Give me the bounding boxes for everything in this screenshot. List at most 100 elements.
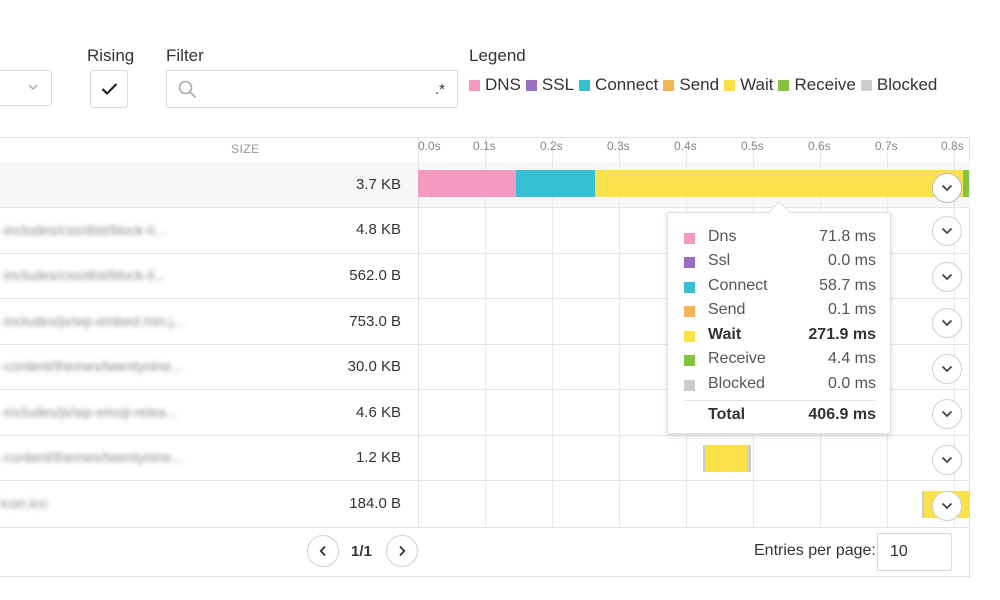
- legend-swatch: [663, 79, 675, 91]
- request-size: 3.7 KB: [355, 176, 401, 193]
- tooltip-row-send: Send 0.1 ms: [684, 301, 876, 321]
- next-page-button[interactable]: [386, 535, 418, 567]
- tooltip-value: 71.8 ms: [819, 228, 876, 245]
- legend-label: Blocked: [876, 75, 938, 94]
- sort-select[interactable]: [0, 70, 52, 106]
- request-size: 4.8 KB: [355, 221, 401, 238]
- legend-swatch: [724, 79, 736, 91]
- expand-row-button[interactable]: [932, 354, 962, 384]
- chevron-down-icon: [941, 410, 953, 418]
- tooltip-label: Send: [708, 301, 746, 318]
- legend-swatch: [525, 79, 537, 91]
- checkmark-icon: [101, 83, 118, 96]
- tooltip-total-label: Total: [708, 406, 746, 423]
- entries-per-page-label: Entries per page:: [754, 542, 876, 559]
- size-column-header: SIZE: [231, 142, 260, 156]
- tooltip-value: 4.4 ms: [827, 350, 876, 367]
- legend-label: Send: [679, 75, 720, 94]
- tooltip-swatch: [684, 306, 695, 317]
- request-url: -includes/css/dist/block-li...: [0, 267, 166, 283]
- tooltip-row-connect: Connect 58.7 ms: [684, 277, 876, 297]
- expand-row-button[interactable]: [932, 173, 962, 203]
- tooltip-row-total: Total 406.9 ms: [684, 406, 876, 426]
- chevron-left-icon: [319, 545, 326, 557]
- tooltip-swatch: [684, 282, 695, 293]
- legend-swatch: [860, 79, 872, 91]
- tooltip-swatch: [684, 355, 695, 366]
- timing-bar-connect[interactable]: [516, 170, 595, 197]
- tooltip-value: 0.0 ms: [827, 252, 876, 269]
- chevron-down-icon: [27, 80, 39, 96]
- tooltip-value: 58.7 ms: [819, 277, 876, 294]
- search-icon: [178, 80, 197, 99]
- legend-swatch: [778, 79, 790, 91]
- tooltip-swatch: [684, 380, 695, 391]
- entries-per-page-input[interactable]: 10: [877, 533, 952, 571]
- request-size: 30.0 KB: [347, 358, 401, 375]
- tooltip-label: Ssl: [708, 252, 731, 269]
- expand-row-button[interactable]: [932, 491, 962, 521]
- request-size: 1.2 KB: [355, 449, 401, 466]
- timing-bar-dns[interactable]: [418, 170, 516, 197]
- legend-label: Connect: [595, 75, 659, 94]
- chevron-down-icon: [941, 227, 953, 235]
- tick-label: 0.1s: [473, 139, 496, 153]
- rising-label: Rising: [87, 46, 135, 65]
- tooltip-swatch: [684, 257, 695, 268]
- expand-row-button[interactable]: [932, 308, 962, 338]
- chevron-down-icon: [941, 319, 953, 327]
- tick-label: 0.7s: [875, 139, 898, 153]
- legend-swatch: [469, 79, 480, 91]
- tooltip-label: Connect: [708, 277, 768, 294]
- request-url: -content/themes/twentynine...: [0, 449, 183, 465]
- request-url: icon.ico: [0, 495, 48, 511]
- tooltip-value: 0.0 ms: [827, 375, 876, 392]
- timing-bar-wait[interactable]: [595, 170, 963, 197]
- tooltip-label: Dns: [708, 228, 737, 245]
- tick-label: 0.8s: [941, 139, 964, 153]
- request-size: 4.6 KB: [355, 404, 401, 421]
- legend-item-receive: Receive: [778, 75, 856, 95]
- tick-label: 0.5s: [741, 139, 764, 153]
- tooltip-row-receive: Receive 4.4 ms: [684, 350, 876, 370]
- timing-tooltip: Dns 71.8 ms Ssl 0.0 ms Connect 58.7 ms S…: [667, 212, 891, 434]
- chevron-down-icon: [941, 365, 953, 373]
- chevron-down-icon: [941, 502, 953, 510]
- tooltip-swatch: [684, 233, 695, 244]
- rising-checkbox[interactable]: [90, 70, 128, 108]
- expand-row-button[interactable]: [932, 262, 962, 292]
- tooltip-value: 271.9 ms: [808, 326, 876, 343]
- expand-row-button[interactable]: [932, 216, 962, 246]
- prev-page-button[interactable]: [307, 535, 339, 567]
- chevron-down-icon: [941, 456, 953, 464]
- tooltip-value: 0.1 ms: [827, 301, 876, 318]
- legend-label: Receive: [794, 75, 856, 94]
- legend-item-ssl: SSL: [525, 75, 574, 95]
- legend-item-dns: DNS: [469, 75, 521, 95]
- timing-bar-receive[interactable]: [963, 170, 969, 197]
- request-size: 184.0 B: [349, 495, 401, 512]
- filter-label: Filter: [166, 46, 204, 65]
- filter-input[interactable]: .*: [166, 70, 458, 108]
- legend-title: Legend: [469, 46, 526, 65]
- tooltip-divider: [684, 400, 876, 401]
- expand-row-button[interactable]: [932, 399, 962, 429]
- tooltip-row-wait: Wait 271.9 ms: [684, 326, 876, 346]
- tick-label: 0.2s: [540, 139, 563, 153]
- page-indicator: 1/1: [351, 543, 372, 560]
- legend-swatch: [579, 79, 591, 91]
- expand-row-button[interactable]: [932, 445, 962, 475]
- tooltip-row-dns: Dns 71.8 ms: [684, 228, 876, 248]
- tooltip-label: Blocked: [708, 375, 765, 392]
- tooltip-swatch: [684, 331, 695, 342]
- legend-label: DNS: [485, 75, 521, 94]
- regex-toggle[interactable]: .*: [435, 81, 445, 98]
- tooltip-row-ssl: Ssl 0.0 ms: [684, 252, 876, 272]
- timing-bar-blocked[interactable]: [748, 445, 751, 472]
- request-url: -includes/css/dist/block-li...: [0, 222, 166, 238]
- request-url: -includes/js/wp-emoji-relea...: [0, 404, 178, 420]
- tooltip-total-value: 406.9 ms: [808, 406, 876, 423]
- request-size: 753.0 B: [349, 313, 401, 330]
- tooltip-label: Receive: [708, 350, 766, 367]
- timing-bar-wait[interactable]: [705, 445, 748, 472]
